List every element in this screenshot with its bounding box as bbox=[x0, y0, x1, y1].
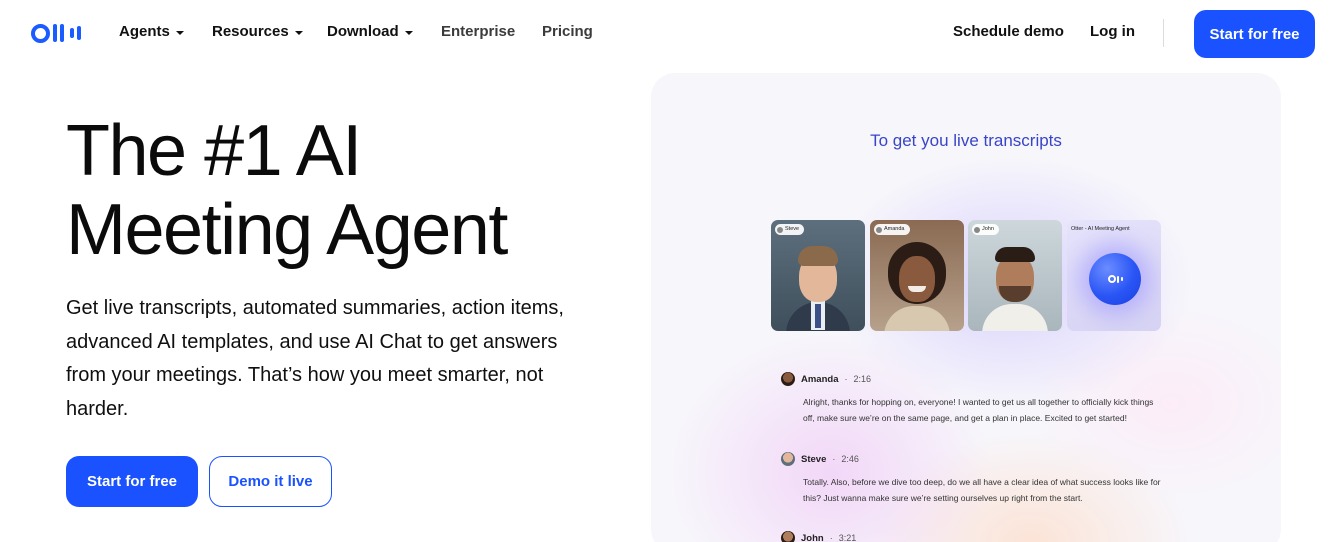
login-link[interactable]: Log in bbox=[1090, 23, 1135, 40]
nav-resources-label: Resources bbox=[212, 23, 289, 40]
transcript-message: John · 3:21 bbox=[781, 531, 1181, 542]
headline-line-1: The #1 AI bbox=[66, 111, 362, 191]
avatar bbox=[777, 226, 783, 233]
transcript-message: Steve · 2:46 Totally. Also, before we di… bbox=[781, 452, 1181, 506]
participant-tag: Otter - AI Meeting Agent bbox=[1071, 224, 1135, 235]
avatar bbox=[781, 452, 795, 466]
chevron-down-icon bbox=[175, 30, 184, 35]
nav-enterprise[interactable]: Enterprise bbox=[441, 23, 515, 40]
message-text: Alright, thanks for hopping on, everyone… bbox=[803, 397, 1154, 423]
nav-download-label: Download bbox=[327, 23, 399, 40]
demo-live-button[interactable]: Demo it live bbox=[209, 456, 332, 507]
participant-tile-john: John bbox=[968, 220, 1062, 331]
speaker-separator: · bbox=[844, 374, 848, 384]
nav-divider bbox=[1163, 19, 1164, 47]
headline-line-2: Meeting Agent bbox=[66, 190, 508, 270]
chevron-down-icon bbox=[404, 30, 413, 35]
participant-video bbox=[870, 234, 964, 331]
avatar bbox=[876, 226, 882, 233]
nav-download[interactable]: Download bbox=[327, 23, 413, 40]
message-timestamp: 2:16 bbox=[853, 374, 872, 384]
participant-tile-steve: Steve bbox=[771, 220, 865, 331]
speaker-separator: · bbox=[829, 533, 833, 542]
demo-panel: To get you live transcripts Steve Amanda bbox=[651, 73, 1281, 542]
schedule-demo-link[interactable]: Schedule demo bbox=[953, 23, 1064, 40]
start-for-free-button[interactable]: Start for free bbox=[66, 456, 198, 507]
schedule-demo-label: Schedule demo bbox=[953, 23, 1064, 40]
nav-agents[interactable]: Agents bbox=[119, 23, 184, 40]
message-text: Totally. Also, before we dive too deep, … bbox=[803, 477, 1161, 503]
nav-agents-label: Agents bbox=[119, 23, 170, 40]
participant-video bbox=[968, 234, 1062, 331]
speaker-separator: · bbox=[832, 454, 836, 464]
participant-video bbox=[771, 234, 865, 331]
nav-start-free-button[interactable]: Start for free bbox=[1194, 10, 1315, 58]
nav-resources[interactable]: Resources bbox=[212, 23, 303, 40]
hero-headline: The #1 AI Meeting Agent bbox=[66, 111, 508, 270]
participant-tag: Amanda bbox=[874, 224, 910, 235]
top-navigation: Agents Resources Download Enterprise Pri… bbox=[0, 0, 1336, 66]
participant-name: Steve bbox=[785, 226, 800, 232]
speaker-name: John bbox=[801, 532, 824, 542]
nav-pricing[interactable]: Pricing bbox=[542, 23, 593, 40]
otter-logo[interactable] bbox=[31, 22, 87, 44]
participant-name: Amanda bbox=[884, 226, 905, 232]
participant-tile-amanda: Amanda bbox=[870, 220, 964, 331]
nav-enterprise-label: Enterprise bbox=[441, 23, 516, 40]
avatar bbox=[781, 531, 795, 542]
speaker-name: Steve bbox=[801, 453, 827, 465]
nav-pricing-label: Pricing bbox=[542, 23, 593, 40]
demo-panel-title: To get you live transcripts bbox=[870, 131, 1062, 150]
participant-tag: John bbox=[972, 224, 999, 235]
otter-agent-orb bbox=[1089, 253, 1141, 305]
avatar bbox=[781, 372, 795, 386]
participant-name: Otter - AI Meeting Agent bbox=[1071, 226, 1130, 232]
otter-logo-icon bbox=[1107, 275, 1123, 283]
speaker-name: Amanda bbox=[801, 373, 839, 385]
chevron-down-icon bbox=[294, 30, 303, 35]
hero-subcopy: Get live transcripts, automated summarie… bbox=[66, 297, 564, 420]
message-timestamp: 3:21 bbox=[838, 533, 857, 542]
transcript-message: Amanda · 2:16 Alright, thanks for hoppin… bbox=[781, 372, 1181, 426]
login-label: Log in bbox=[1090, 23, 1135, 40]
message-timestamp: 2:46 bbox=[841, 454, 859, 464]
participant-tile-otter-agent: Otter - AI Meeting Agent bbox=[1067, 220, 1161, 331]
participant-name: John bbox=[982, 226, 994, 232]
participant-tag: Steve bbox=[775, 224, 805, 235]
avatar bbox=[974, 226, 980, 233]
